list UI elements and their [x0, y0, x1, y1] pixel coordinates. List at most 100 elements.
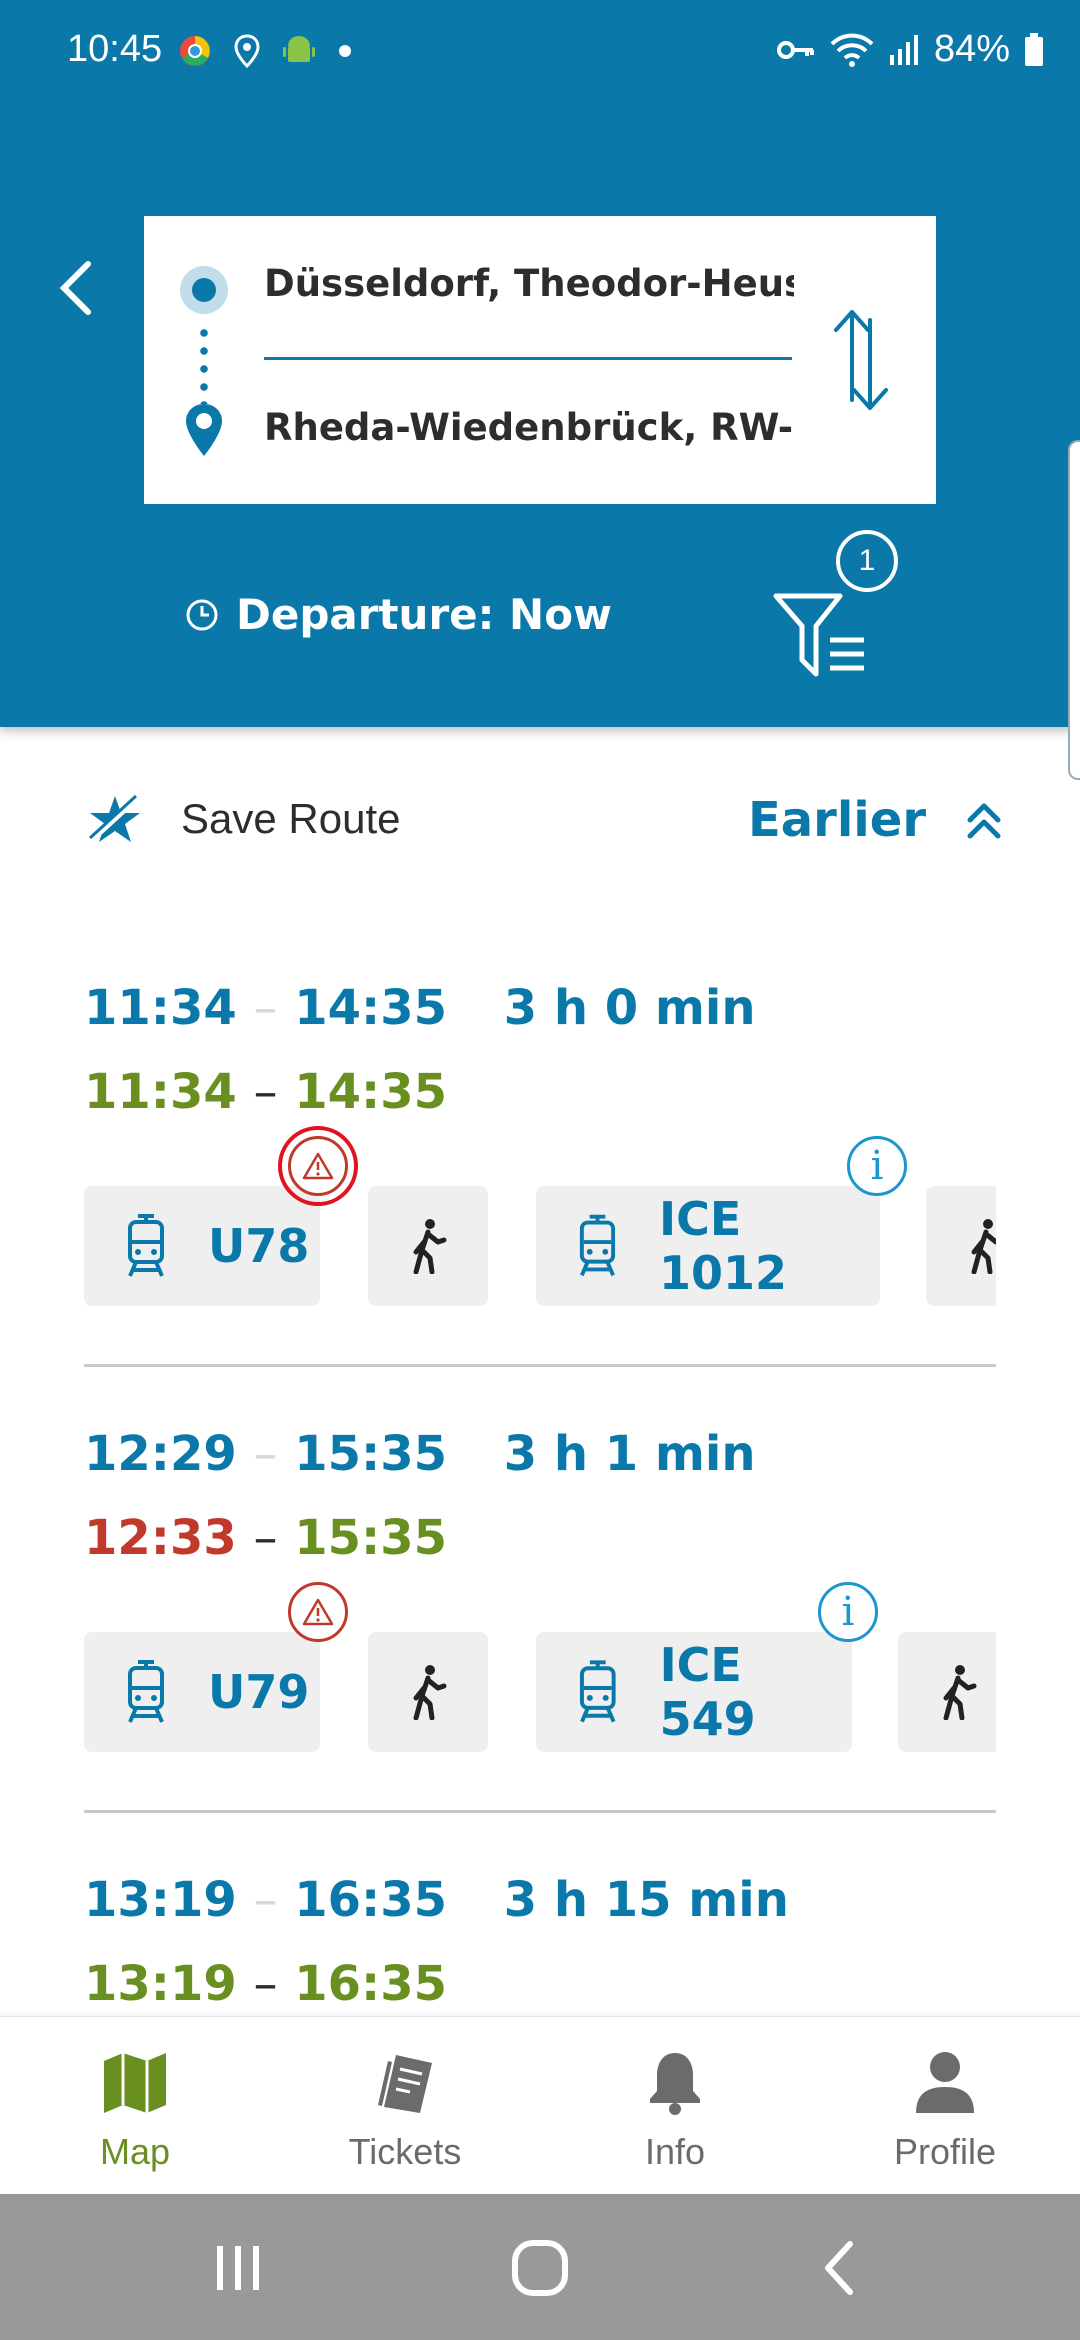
origin-dot-icon: [180, 266, 228, 314]
save-route-button[interactable]: Save Route: [181, 795, 400, 843]
info-icon: i: [870, 1143, 884, 1189]
leg-walk[interactable]: [926, 1186, 996, 1306]
nav-label: Map: [99, 2131, 171, 2172]
vpn-key-icon: [776, 40, 814, 59]
system-navigation-bar: [0, 2194, 1080, 2340]
info-badge[interactable]: i: [847, 1136, 907, 1196]
earlier-button[interactable]: Earlier: [748, 792, 1002, 848]
notification-icons: [178, 34, 352, 68]
destination-field[interactable]: Rheda-Wiedenbrück, RW-Rhe: [264, 406, 794, 449]
destination-pin-icon: [186, 404, 222, 456]
realtime-times: 12:33 – 15:35: [84, 1510, 448, 1566]
leg-walk[interactable]: [368, 1632, 488, 1752]
bell-icon: [650, 2053, 700, 2115]
star-icon[interactable]: [86, 794, 144, 844]
warning-icon: [302, 1598, 334, 1626]
nav-profile[interactable]: Profile: [810, 2017, 1080, 2195]
planned-arrival: 16:35: [294, 1872, 448, 1928]
location-icon: [234, 34, 260, 68]
status-time: 10:45: [67, 28, 163, 70]
line-label: ICE 1012: [658, 1192, 787, 1300]
route-dotted-line: [200, 324, 208, 404]
realtime-arrival: 16:35: [294, 1956, 448, 2012]
filter-button[interactable]: 1: [770, 530, 910, 680]
leg-walk[interactable]: [898, 1632, 996, 1752]
earlier-label: Earlier: [748, 792, 926, 848]
connection-item[interactable]: 12:29 – 15:35 3 h 1 min 12:33 – 15:35 U7…: [0, 1426, 1080, 1826]
nav-info[interactable]: Info: [540, 2017, 810, 2195]
info-icon: i: [841, 1589, 855, 1635]
planned-departure: 13:19: [84, 1872, 237, 1928]
leg-train[interactable]: ICE 549: [536, 1632, 852, 1752]
home-icon[interactable]: [510, 2238, 570, 2298]
realtime-arrival: 15:35: [294, 1510, 448, 1566]
planned-times: 12:29 – 15:35 3 h 1 min: [84, 1426, 756, 1482]
system-back-icon[interactable]: [812, 2238, 872, 2298]
connection-separator: [84, 1810, 996, 1813]
map-icon: [104, 2053, 166, 2113]
leg-tram[interactable]: U78: [84, 1186, 320, 1306]
line-label: U78: [208, 1219, 310, 1273]
walking-icon: [413, 1219, 447, 1274]
leg-train[interactable]: ICE 1012: [536, 1186, 880, 1306]
legs-row[interactable]: U79 ICE 549: [84, 1632, 996, 1752]
realtime-times: 11:34 – 14:35: [84, 1064, 448, 1120]
battery-percent: 84%: [933, 28, 1010, 70]
nav-label: Info: [644, 2131, 706, 2172]
train-icon: [579, 1660, 616, 1723]
recent-apps-icon[interactable]: [208, 2238, 268, 2298]
planned-times: 11:34 – 14:35 3 h 0 min: [84, 980, 756, 1036]
dot-icon: [339, 45, 351, 57]
swap-direction-icon[interactable]: [826, 304, 896, 416]
wifi-icon: [830, 33, 874, 67]
person-icon: [916, 2052, 974, 2113]
realtime-departure: 11:34: [84, 1064, 237, 1120]
planned-arrival: 15:35: [294, 1426, 448, 1482]
nav-map[interactable]: Map: [0, 2017, 270, 2195]
walking-icon: [971, 1219, 996, 1274]
planned-departure: 11:34: [84, 980, 237, 1036]
double-chevron-up-icon: [967, 803, 1001, 839]
tram-icon: [128, 1660, 164, 1723]
planned-arrival: 14:35: [294, 980, 448, 1036]
filter-icon: [773, 593, 864, 677]
warning-badge[interactable]: [288, 1582, 348, 1642]
scroll-indicator[interactable]: [1068, 440, 1080, 780]
realtime-departure-delayed: 12:33: [84, 1510, 237, 1566]
bottom-navigation: Map Tickets Info Profile: [0, 2016, 1080, 2194]
nav-label: Tickets: [348, 2131, 462, 2172]
departure-label: Departure: Now: [236, 590, 612, 639]
warning-badge[interactable]: [278, 1126, 358, 1206]
info-badge[interactable]: i: [818, 1582, 878, 1642]
leg-walk[interactable]: [368, 1186, 488, 1306]
realtime-departure: 13:19: [84, 1956, 237, 2012]
connection-item[interactable]: 11:34 – 14:35 3 h 0 min 11:34 – 14:35 U7…: [0, 980, 1080, 1380]
leg-tram[interactable]: U79: [84, 1632, 320, 1752]
route-header: 10:45 84% Düsseldorf, Theodor-Heuss-B Rh…: [0, 0, 1080, 727]
nav-label: Profile: [893, 2131, 997, 2172]
planned-departure: 12:29: [84, 1426, 237, 1482]
warning-icon: [302, 1152, 334, 1180]
realtime-arrival: 14:35: [294, 1064, 448, 1120]
train-icon: [579, 1214, 616, 1277]
walking-icon: [943, 1665, 977, 1720]
signal-icon: [889, 34, 918, 65]
tickets-icon: [378, 2055, 432, 2113]
origin-field[interactable]: Düsseldorf, Theodor-Heuss-B: [264, 262, 794, 305]
filter-count-badge: 1: [836, 530, 898, 592]
back-arrow-icon[interactable]: [52, 258, 102, 318]
chrome-icon: [180, 36, 210, 66]
legs-row[interactable]: U78 ICE 1012: [84, 1186, 996, 1306]
departure-time-selector[interactable]: Departure: Now: [184, 590, 612, 639]
status-bar: 10:45 84%: [0, 0, 1080, 100]
walking-icon: [413, 1665, 447, 1720]
duration: 3 h 15 min: [503, 1872, 789, 1928]
tram-icon: [128, 1214, 164, 1277]
android-icon: [283, 36, 315, 62]
nav-tickets[interactable]: Tickets: [270, 2017, 540, 2195]
route-actions: Save Route Earlier: [0, 780, 1080, 860]
clock-icon: [186, 599, 218, 630]
planned-times: 13:19 – 16:35 3 h 15 min: [84, 1872, 789, 1928]
duration: 3 h 1 min: [503, 1426, 756, 1482]
connection-item[interactable]: 13:19 – 16:35 3 h 15 min 13:19 – 16:35: [0, 1872, 1080, 2016]
